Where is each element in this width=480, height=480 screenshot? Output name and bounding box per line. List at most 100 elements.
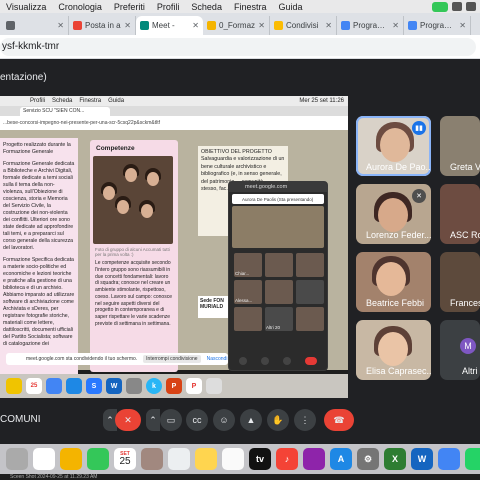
browser-tab[interactable]: 0_Formaz ✕ <box>203 16 270 35</box>
tab-close-icon[interactable]: ✕ <box>192 21 199 30</box>
participant-tile[interactable]: Beatrice Febbi <box>356 252 431 312</box>
whatsapp-icon[interactable] <box>465 448 480 470</box>
participant-name: Elisa Caprasec... <box>366 366 431 376</box>
video-options-chevron-icon[interactable]: ⌃ <box>146 409 160 431</box>
meet-popup-window: meet.google.com Aurora De Paolis (Sta pr… <box>228 181 328 371</box>
app-store-icon[interactable]: A <box>330 448 352 470</box>
meeting-name: COMUNI <box>0 414 41 425</box>
participant-tile[interactable]: Francesca <box>440 252 480 312</box>
tab-close-icon[interactable]: ✕ <box>124 21 131 30</box>
notes-icon[interactable] <box>141 448 163 470</box>
participant-tile[interactable]: Greta Ver <box>440 116 480 176</box>
popup-tile <box>265 253 293 277</box>
menu-scheda[interactable]: Scheda <box>185 2 228 12</box>
browser-tab[interactable]: Programm ✕ <box>337 16 404 35</box>
popup-participant-grid: Chiar... Alessa... Altri 20 <box>229 250 327 334</box>
browser-tab[interactable]: Condivisi ✕ <box>270 16 337 35</box>
participant-video <box>378 332 408 366</box>
music-icon[interactable]: ♪ <box>276 448 298 470</box>
facetime-icon[interactable] <box>87 448 109 470</box>
captions-button[interactable]: cc <box>186 409 208 431</box>
menu-preferiti[interactable]: Preferiti <box>108 2 151 12</box>
drive-folder-icon <box>207 21 216 30</box>
tab-label: 0_Formaz <box>219 21 256 30</box>
calendar-icon: 25 <box>26 378 42 394</box>
present-screen-button[interactable]: ▲ <box>240 409 262 431</box>
participant-video <box>378 198 408 232</box>
camera-icon <box>261 357 269 365</box>
participant-tile[interactable]: ▮▮ Aurora De Pao... <box>356 116 431 176</box>
tab-close-icon[interactable]: ✕ <box>258 21 265 30</box>
system-settings-icon[interactable]: ⚙ <box>357 448 379 470</box>
popup-controls <box>232 355 324 367</box>
shared-dock: 25 S W k P P <box>0 374 348 398</box>
browser-tab[interactable]: Programm ✕ <box>404 16 471 35</box>
sede-label: Sede FON MURIALD <box>198 296 232 318</box>
calendar-day: 25 <box>119 455 131 467</box>
participant-video <box>380 128 410 162</box>
klack-icon: k <box>146 378 162 394</box>
word-icon: W <box>106 378 122 394</box>
camera-button[interactable]: ▭ <box>160 409 182 431</box>
calendar-icon[interactable]: SET 25 <box>114 448 136 470</box>
menu-profili[interactable]: Profili <box>151 2 186 12</box>
participant-tile[interactable]: ✕ Lorenzo Feder... <box>356 184 431 244</box>
participant-name: Aurora De Pao... <box>366 162 431 172</box>
apple-tv-icon[interactable]: tv <box>249 448 271 470</box>
person-figure <box>117 200 129 214</box>
browser-tab[interactable]: Posta in a ✕ <box>69 16 136 35</box>
menu-cronologia[interactable]: Cronologia <box>52 2 108 12</box>
shared-menu-bar: Profili Scheda Finestra Guida Mer 25 set… <box>0 96 348 106</box>
more-options-button[interactable]: ⋮ <box>294 409 316 431</box>
freeform-icon[interactable] <box>222 448 244 470</box>
browser-tab[interactable]: ✕ <box>2 16 69 35</box>
menu-guida[interactable]: Guida <box>272 2 308 12</box>
menu-finestra[interactable]: Finestra <box>228 2 273 12</box>
avatar: M <box>460 338 476 354</box>
chrome-icon[interactable] <box>438 448 460 470</box>
emoji-button[interactable]: ☺ <box>213 409 235 431</box>
participant-name: Francesca <box>450 298 480 308</box>
url-field[interactable]: ysf-kkmk-tmr <box>0 37 476 56</box>
reminders-icon[interactable] <box>168 448 190 470</box>
camera-in-use-icon[interactable] <box>432 1 448 12</box>
launchpad-icon[interactable] <box>33 448 55 470</box>
tab-close-icon[interactable]: ✕ <box>459 21 466 30</box>
status-icon[interactable] <box>466 2 476 11</box>
finder-icon[interactable] <box>6 448 28 470</box>
chrome-icon <box>46 378 62 394</box>
popup-tile: Chiar... <box>234 253 262 277</box>
participant-name: Lorenzo Feder... <box>366 230 431 240</box>
podcasts-icon[interactable] <box>303 448 325 470</box>
tab-label: Programm <box>353 21 390 30</box>
popup-tile <box>296 307 324 331</box>
mic-icon <box>239 357 247 365</box>
docs-icon <box>408 21 417 30</box>
person-figure <box>147 172 159 186</box>
shared-tab: Servizio SCU "SIEN CON... <box>20 107 110 116</box>
raise-hand-button[interactable]: ✋ <box>267 409 289 431</box>
participant-tile[interactable]: Elisa Caprasec... <box>356 320 431 380</box>
tab-close-icon[interactable]: ✕ <box>325 21 332 30</box>
paragraph: Progetto realizzato durante la Formazion… <box>3 142 71 156</box>
photos-icon[interactable] <box>60 448 82 470</box>
tab-close-icon[interactable]: ✕ <box>57 21 64 30</box>
mic-off-button[interactable]: ✕ <box>115 409 141 431</box>
docs-icon <box>341 21 350 30</box>
word-icon[interactable]: W <box>411 448 433 470</box>
leave-call-button[interactable]: ☎ <box>324 409 354 431</box>
dock-caption: Sceen Shot 2024-09-25 at 11.29.23 AM <box>0 474 480 480</box>
tab-close-icon[interactable]: ✕ <box>392 21 399 30</box>
popup-tile <box>265 280 293 304</box>
powerpoint-icon: P <box>166 378 182 394</box>
menu-visualizza[interactable]: Visualizza <box>0 2 52 12</box>
screen-sharing-banner: meet.google.com sta condividendo il tuo … <box>6 353 228 365</box>
tab-favicon-icon <box>6 21 15 30</box>
excel-icon[interactable]: X <box>384 448 406 470</box>
skype-icon: S <box>86 378 102 394</box>
stickies-icon[interactable] <box>195 448 217 470</box>
presentation-label: entazione) <box>0 72 47 83</box>
browser-tab-active[interactable]: Meet - ✕ <box>136 16 203 35</box>
participant-tile[interactable]: ASC Roma <box>440 184 480 244</box>
status-icon[interactable] <box>452 2 462 11</box>
